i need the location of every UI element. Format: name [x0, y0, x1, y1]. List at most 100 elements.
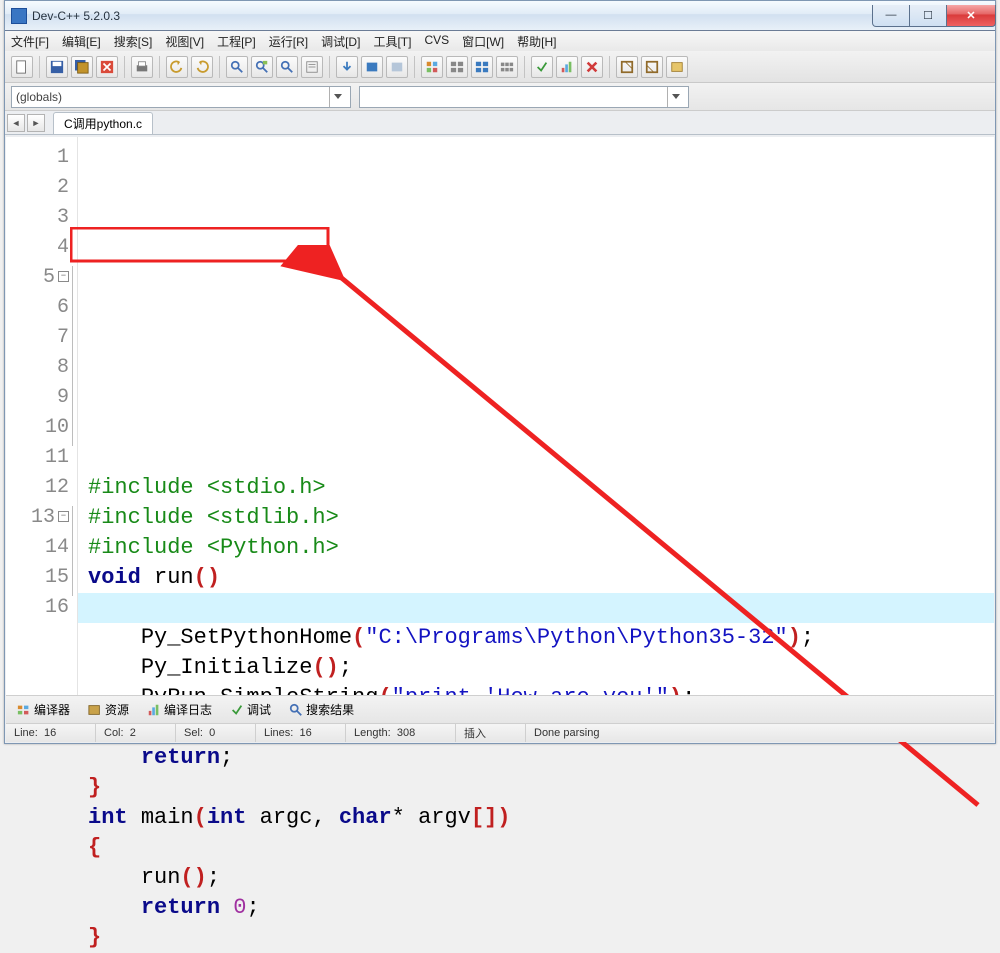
status-mode: 插入 — [464, 725, 486, 741]
gutter-line: 3 — [6, 203, 69, 233]
separator — [39, 56, 40, 78]
status-length-label: Length: — [354, 727, 391, 739]
scope-combo[interactable]: (globals) — [11, 86, 351, 108]
save-button[interactable] — [46, 56, 68, 78]
chevron-down-icon — [329, 87, 346, 107]
separator — [609, 56, 610, 78]
menu-item[interactable]: 窗口[W] — [462, 33, 504, 49]
bottom-tab[interactable]: 资源 — [81, 697, 136, 722]
compile-button[interactable] — [421, 56, 443, 78]
code-line[interactable]: void run() — [88, 563, 994, 593]
separator — [124, 56, 125, 78]
window-maximize-button[interactable]: ☐ — [909, 5, 947, 27]
menu-item[interactable]: 工程[P] — [217, 33, 256, 49]
tab-source-file[interactable]: C调用python.c — [53, 112, 153, 134]
window-minimize-button[interactable]: — — [872, 5, 910, 27]
code-line[interactable]: #include <stdio.h> — [88, 473, 994, 503]
menu-item[interactable]: 运行[R] — [269, 33, 308, 49]
status-sel-value: 0 — [209, 727, 215, 739]
find-next-button[interactable] — [276, 56, 298, 78]
close-file-button[interactable] — [96, 56, 118, 78]
code-line[interactable]: return 0; — [88, 893, 994, 923]
step-into-button[interactable] — [336, 56, 358, 78]
step-out-button[interactable] — [386, 56, 408, 78]
save-all-button[interactable] — [71, 56, 93, 78]
code-line[interactable]: int main(int argc, char* argv[]) — [88, 803, 994, 833]
code-editor[interactable]: 12345−678910111213−141516 #include <stdi… — [6, 137, 994, 695]
document-tabstrip: ◄ ► C调用python.c — [5, 111, 995, 135]
scope-combo-value: (globals) — [16, 90, 62, 104]
undo-button[interactable] — [166, 56, 188, 78]
status-lines-value: 16 — [299, 727, 311, 739]
gutter-line: 13− — [6, 503, 69, 533]
menu-item[interactable]: 调试[D] — [321, 33, 360, 49]
rebuild-button[interactable] — [496, 56, 518, 78]
separator — [219, 56, 220, 78]
tab-scroll-right-button[interactable]: ► — [27, 114, 45, 132]
menu-item[interactable]: CVS — [424, 33, 449, 49]
goto-line-button[interactable] — [301, 56, 323, 78]
code-pane[interactable]: #include <stdio.h>#include <stdlib.h>#in… — [78, 137, 994, 695]
separator — [159, 56, 160, 78]
code-line[interactable]: Py_SetPythonHome("C:\Programs\Python\Pyt… — [88, 623, 994, 653]
code-line[interactable]: } — [88, 773, 994, 803]
redo-button[interactable] — [191, 56, 213, 78]
status-lines-label: Lines: — [264, 727, 293, 739]
menu-item[interactable]: 编辑[E] — [62, 33, 101, 49]
menu-item[interactable]: 帮助[H] — [517, 33, 556, 49]
gutter-line: 14 — [6, 533, 69, 563]
code-line[interactable]: } — [88, 923, 994, 953]
status-length-value: 308 — [397, 727, 415, 739]
print-button[interactable] — [131, 56, 153, 78]
gutter-line: 6 — [6, 293, 69, 323]
gutter-line: 1 — [6, 143, 69, 173]
step-over-button[interactable] — [361, 56, 383, 78]
bottom-tab[interactable]: 搜索结果 — [282, 697, 361, 722]
code-line[interactable]: run(); — [88, 863, 994, 893]
tab-label: C调用python.c — [64, 115, 142, 132]
bottom-tab-label: 编译日志 — [164, 701, 212, 718]
code-line[interactable]: #include <Python.h> — [88, 533, 994, 563]
bottom-tab-label: 资源 — [105, 701, 129, 718]
menu-item[interactable]: 工具[T] — [373, 33, 411, 49]
background-tabs — [150, 9, 872, 23]
debug-button[interactable] — [531, 56, 553, 78]
remove-button[interactable] — [581, 56, 603, 78]
new-project-button[interactable] — [616, 56, 638, 78]
gutter-line: 4 — [6, 233, 69, 263]
gutter-line: 15 — [6, 563, 69, 593]
title-bar: Dev-C++ 5.2.0.3 — ☐ ✕ — [5, 1, 995, 31]
profile-button[interactable] — [556, 56, 578, 78]
compile-run-button[interactable] — [471, 56, 493, 78]
bottom-tab-label: 调试 — [247, 701, 271, 718]
status-col-value: 2 — [130, 727, 136, 739]
menu-item[interactable]: 视图[V] — [165, 33, 204, 49]
open-project-button[interactable] — [641, 56, 663, 78]
gutter: 12345−678910111213−141516 — [6, 137, 78, 695]
gutter-line: 9 — [6, 383, 69, 413]
code-line[interactable]: { — [88, 833, 994, 863]
menu-item[interactable]: 搜索[S] — [114, 33, 153, 49]
app-icon — [11, 8, 27, 24]
project-options-button[interactable] — [666, 56, 688, 78]
status-bar: Line: 16 Col: 2 Sel: 0 Lines: 16 Length:… — [6, 723, 994, 742]
bottom-tab-label: 编译器 — [34, 701, 70, 718]
toolbar — [5, 51, 995, 83]
menu-item[interactable]: 文件[F] — [11, 33, 49, 49]
run-button[interactable] — [446, 56, 468, 78]
member-combo[interactable] — [359, 86, 689, 108]
bottom-tab[interactable]: 编译器 — [10, 697, 77, 722]
bottom-tab[interactable]: 调试 — [223, 697, 278, 722]
code-line[interactable]: Py_Initialize(); — [88, 653, 994, 683]
code-line[interactable]: return; — [88, 743, 994, 773]
window-close-button[interactable]: ✕ — [946, 5, 996, 27]
tab-scroll-left-button[interactable]: ◄ — [7, 114, 25, 132]
bottom-tab[interactable]: 编译日志 — [140, 697, 219, 722]
separator — [414, 56, 415, 78]
status-col-label: Col: — [104, 727, 124, 739]
new-file-button[interactable] — [11, 56, 33, 78]
find-button[interactable] — [226, 56, 248, 78]
replace-button[interactable] — [251, 56, 273, 78]
class-browser-bar: (globals) — [5, 83, 995, 111]
code-line[interactable]: #include <stdlib.h> — [88, 503, 994, 533]
